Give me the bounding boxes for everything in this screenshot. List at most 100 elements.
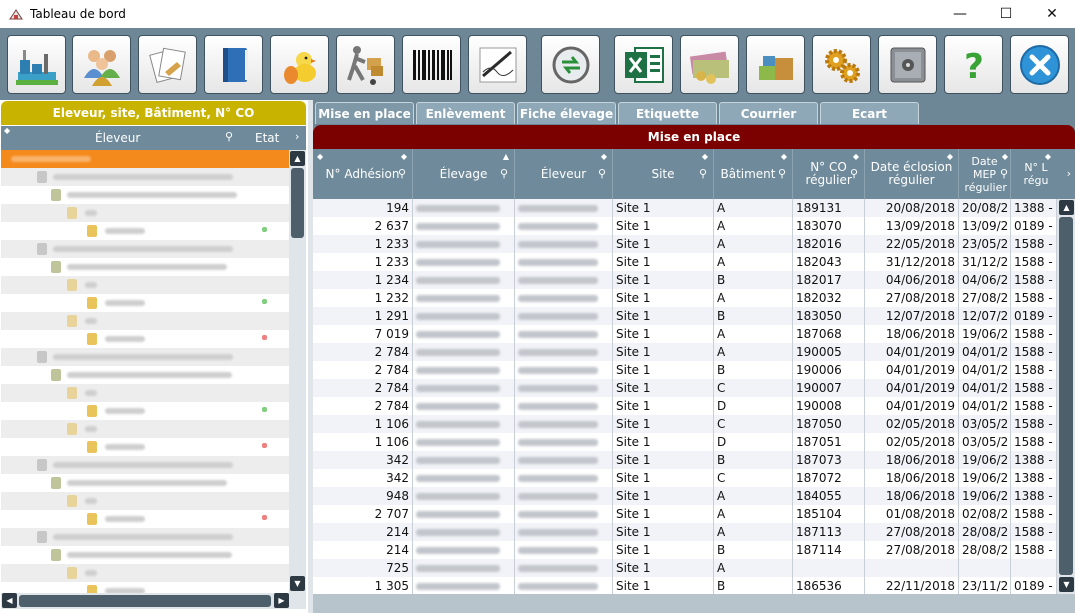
table-row[interactable]: 7 019 Site 1 A 187068 18/06/2018 19/06/2 1588 … [313,325,1057,343]
table-row[interactable]: 1 106 Site 1 D 187051 02/05/2018 03/05/2 1588 … [313,433,1057,451]
left-horizontal-scrollbar[interactable]: ◀ ▶ [1,593,306,609]
tree-node[interactable] [1,456,289,474]
search-icon[interactable]: ⚲ [225,130,233,143]
tree-node[interactable] [1,258,289,276]
tree-node[interactable] [1,348,289,366]
column-header-adhesion[interactable]: ◆ N° Adhésion ⚲ ◆ [313,149,413,199]
column-header-co[interactable]: N° CO régulier ⚲ ◆ [793,149,865,199]
sync-button[interactable] [541,35,600,94]
scroll-thumb[interactable] [291,168,304,238]
grid-vertical-scrollbar[interactable]: ▲ ▼ [1057,199,1075,594]
column-etat[interactable]: Etat [255,131,279,145]
tree-node[interactable] [1,474,289,492]
table-row[interactable]: 1 291 Site 1 B 183050 12/07/2018 12/07/2 0189 … [313,307,1057,325]
tree-node[interactable] [1,168,289,186]
table-row[interactable]: 948 Site 1 A 184055 18/06/2018 19/06/2 1388 - [313,487,1057,505]
barcode-button[interactable] [402,35,461,94]
tree-node[interactable] [1,384,289,402]
factory-button[interactable] [7,35,66,94]
tree-node[interactable] [1,294,289,312]
table-row[interactable]: 1 233 Site 1 A 182016 22/05/2018 23/05/2 1588 … [313,235,1057,253]
scroll-thumb[interactable] [19,595,271,607]
table-row[interactable]: 2 707 Site 1 A 185104 01/08/2018 02/08/2 1588 … [313,505,1057,523]
table-row[interactable]: 194 Site 1 A 189131 20/08/2018 20/08/2 1388 - [313,199,1057,217]
tree-node[interactable] [1,564,289,582]
close-window-button[interactable]: ✕ [1029,0,1075,28]
tree-node[interactable] [1,276,289,294]
tree-node[interactable] [1,438,289,456]
tab-etiquette[interactable]: Etiquette [618,102,717,124]
safe-button[interactable] [878,35,937,94]
money-button[interactable] [680,35,739,94]
grid-horizontal-scrollbar[interactable] [313,594,1075,613]
left-vertical-scrollbar[interactable]: ▲ ▼ [289,150,306,593]
tab-courrier[interactable]: Courrier [719,102,818,124]
documents-button[interactable] [138,35,197,94]
tree-node[interactable] [1,186,289,204]
scroll-left-icon[interactable]: ◀ [2,593,17,608]
scroll-up-icon[interactable]: ▲ [290,151,305,166]
search-icon[interactable]: ⚲ [398,167,406,180]
tree-node[interactable] [1,204,289,222]
scroll-down-icon[interactable]: ▼ [1059,577,1074,592]
tree-node[interactable] [1,510,289,528]
search-icon[interactable]: ⚲ [1000,167,1008,180]
tree-node[interactable] [1,582,289,593]
tree-node[interactable] [1,240,289,258]
help-button[interactable]: ? [944,35,1003,94]
tree-node[interactable] [1,492,289,510]
search-icon[interactable]: ⚲ [598,167,606,180]
column-header-site[interactable]: Site ⚲ ◆ [613,149,714,199]
settings-button[interactable] [812,35,871,94]
table-row[interactable]: 2 784 Site 1 D 190008 04/01/2019 04/01/2 1588 … [313,397,1057,415]
boxes-button[interactable] [746,35,805,94]
excel-button[interactable] [614,35,673,94]
scroll-right-icon[interactable]: ▶ [274,593,289,608]
table-row[interactable]: 2 784 Site 1 C 190007 04/01/2019 04/01/2 1588 … [313,379,1057,397]
tab-enlevement[interactable]: Enlèvement [416,102,515,124]
table-row[interactable]: 1 234 Site 1 B 182017 04/06/2018 04/06/2 1588 … [313,271,1057,289]
table-row[interactable]: 214 Site 1 A 187113 27/08/2018 28/08/2 1588 - [313,523,1057,541]
tree-node[interactable] [1,222,289,240]
column-eleveur[interactable]: Éleveur [95,131,140,145]
search-icon[interactable]: ⚲ [850,167,858,180]
tree-node[interactable] [1,546,289,564]
tab-ecart[interactable]: Ecart [820,102,919,124]
scroll-down-icon[interactable]: ▼ [290,576,305,591]
exit-button[interactable] [1010,35,1069,94]
tree-node[interactable] [1,312,289,330]
column-header-mep[interactable]: Date MEP régulier ⚲ ◆ [959,149,1011,199]
chick-button[interactable] [270,35,329,94]
search-icon[interactable]: ⚲ [699,167,707,180]
chevron-right-icon[interactable]: › [295,130,299,143]
table-row[interactable]: 1 305 Site 1 B 186536 22/11/2018 23/11/2 0189 … [313,577,1057,594]
signature-button[interactable] [468,35,527,94]
book-button[interactable] [204,35,263,94]
tree-node[interactable] [1,528,289,546]
table-row[interactable]: 725 Site 1A [313,559,1057,577]
tree-node[interactable] [1,330,289,348]
column-header-lot[interactable]: N° L régu ◆ [1011,149,1061,199]
scroll-thumb[interactable] [1059,217,1073,575]
table-row[interactable]: 342 Site 1 C 187072 18/06/2018 19/06/2 1388 - [313,469,1057,487]
tree-view[interactable] [1,150,289,593]
table-row[interactable]: 2 784 Site 1 A 190005 04/01/2019 04/01/2 1588 … [313,343,1057,361]
maximize-button[interactable]: ☐ [983,0,1029,28]
tree-node[interactable] [1,420,289,438]
search-icon[interactable]: ⚲ [500,167,508,180]
tree-node[interactable] [1,402,289,420]
column-header-eleveur[interactable]: Éleveur ⚲ ◆ [515,149,613,199]
tab-fiche-elevage[interactable]: Fiche élevage [517,102,616,124]
chevron-right-icon[interactable]: › [1067,167,1071,180]
column-header-batiment[interactable]: Bâtiment ⚲ ◆ [714,149,793,199]
data-grid[interactable]: 194 Site 1 A 189131 20/08/2018 20/08/2 1388 - 2… [313,199,1057,594]
tab-mise-en-place[interactable]: Mise en place [315,102,414,124]
table-row[interactable]: 2 784 Site 1 B 190006 04/01/2019 04/01/2 1588 … [313,361,1057,379]
table-row[interactable]: 1 232 Site 1 A 182032 27/08/2018 27/08/2 1588 … [313,289,1057,307]
table-row[interactable]: 1 233 Site 1 A 182043 31/12/2018 31/12/2 1588 … [313,253,1057,271]
search-icon[interactable]: ⚲ [778,167,786,180]
table-row[interactable]: 1 106 Site 1 C 187050 02/05/2018 03/05/2 1588 … [313,415,1057,433]
users-button[interactable] [72,35,131,94]
tree-node-selected[interactable] [1,150,289,168]
delivery-button[interactable] [336,35,395,94]
